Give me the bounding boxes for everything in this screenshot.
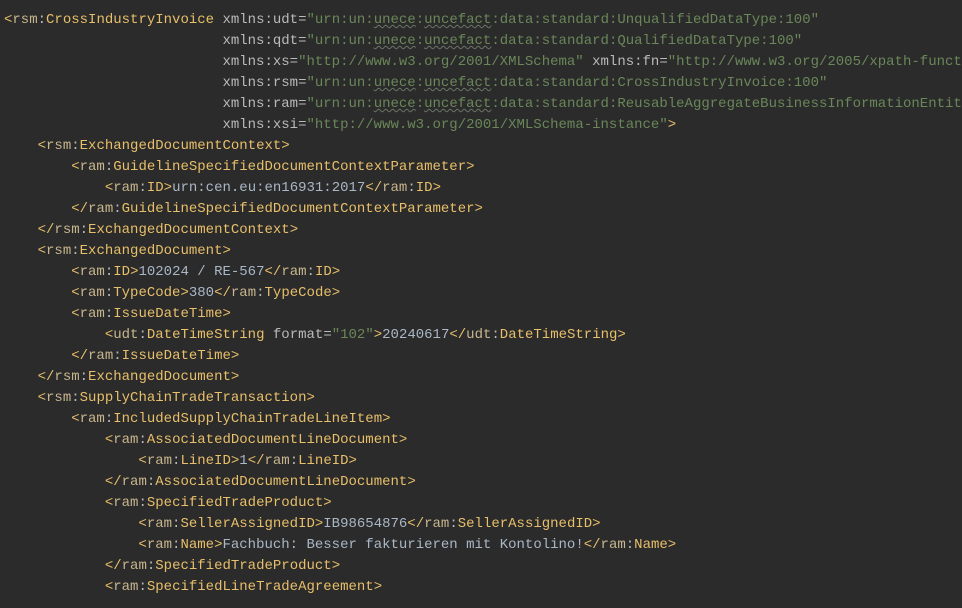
attr-key: xmlns:xs [222,54,289,70]
code-line: <rsm:ExchangedDocument> [4,241,958,262]
code-line: <ram:LineID>1</ram:LineID> [4,451,958,472]
text-content: Fachbuch: Besser fakturieren mit Kontoli… [222,537,583,553]
code-line: <ram:IssueDateTime> [4,304,958,325]
text-content: 20240617 [382,327,449,343]
tag-name: ExchangedDocumentContext [80,138,282,154]
tag-name: SpecifiedLineTradeAgreement [147,579,374,595]
ns-prefix: rsm [12,12,37,28]
tag-name: SupplyChainTradeTransaction [80,390,307,406]
code-line: xmlns:xs="http://www.w3.org/2001/XMLSche… [4,52,958,73]
equals: = [298,12,306,28]
spellcheck-word: uncefact [424,12,491,28]
code-line: <rsm:CrossIndustryInvoice xmlns:udt="urn… [4,10,958,31]
code-line: <ram:ID>urn:cen.eu:en16931:2017</ram:ID> [4,178,958,199]
code-line: </ram:AssociatedDocumentLineDocument> [4,472,958,493]
attr-val: "http://www.w3.org/2001/XMLSchema" [298,54,584,70]
tag-name: CrossIndustryInvoice [46,12,214,28]
code-line: </rsm:ExchangedDocumentContext> [4,220,958,241]
attr-key: xmlns:ram [222,96,298,112]
code-line: </rsm:ExchangedDocument> [4,367,958,388]
code-line: <rsm:ExchangedDocumentContext> [4,136,958,157]
code-line: <udt:DateTimeString format="102">2024061… [4,325,958,346]
code-line: <rsm:SupplyChainTradeTransaction> [4,388,958,409]
attr-val: "http://www.w3.org/2001/XMLSchema-instan… [306,117,667,133]
tag-name: IncludedSupplyChainTradeLineItem [113,411,382,427]
attr-val: "urn:un:unece:uncefact:data:standard:Qua… [306,33,802,49]
text-content: urn:cen.eu:en16931:2017 [172,180,365,196]
tag-name: SpecifiedTradeProduct [147,495,323,511]
code-line: <ram:IncludedSupplyChainTradeLineItem> [4,409,958,430]
attr-val: "102" [332,327,374,343]
tag-name: AssociatedDocumentLineDocument [147,432,399,448]
tag-name: ID [147,180,164,196]
code-line: <ram:TypeCode>380</ram:TypeCode> [4,283,958,304]
code-line: <ram:AssociatedDocumentLineDocument> [4,430,958,451]
spellcheck-word: unece [374,12,416,28]
code-editor[interactable]: <rsm:CrossIndustryInvoice xmlns:udt="urn… [0,0,962,608]
code-line: <ram:SpecifiedLineTradeAgreement> [4,577,958,598]
code-line: </ram:SpecifiedTradeProduct> [4,556,958,577]
text-content: 380 [189,285,214,301]
code-line: <ram:SellerAssignedID>IB98654876</ram:Se… [4,514,958,535]
attr-val: "urn:un:unece:uncefact:data:standard:Cro… [306,75,827,91]
tag-name: ExchangedDocument [80,243,223,259]
text-content: 1 [239,453,247,469]
attr-key: format [273,327,323,343]
code-line: <ram:GuidelineSpecifiedDocumentContextPa… [4,157,958,178]
attr-key: xmlns:udt [222,12,298,28]
attr-val: "urn:un:unece:uncefact:data:standard:Unq… [307,12,820,28]
attr-key: xmlns:rsm [222,75,298,91]
attr-val: "http://www.w3.org/2005/xpath-functions" [668,54,962,70]
code-line: <ram:ID>102024 / RE-567</ram:ID> [4,262,958,283]
attr-val: "urn:un:unece:uncefact:data:standard:Reu… [306,96,962,112]
colon: : [38,12,46,28]
attr-key: xmlns:qdt [222,33,298,49]
code-line: xmlns:qdt="urn:un:unece:uncefact:data:st… [4,31,958,52]
code-line: </ram:GuidelineSpecifiedDocumentContextP… [4,199,958,220]
tag-name: GuidelineSpecifiedDocumentContextParamet… [113,159,466,175]
text-content: 102024 / RE-567 [138,264,264,280]
code-line: </ram:IssueDateTime> [4,346,958,367]
code-line: <ram:SpecifiedTradeProduct> [4,493,958,514]
code-line: xmlns:xsi="http://www.w3.org/2001/XMLSch… [4,115,958,136]
code-line: xmlns:ram="urn:un:unece:uncefact:data:st… [4,94,958,115]
code-line: xmlns:rsm="urn:un:unece:uncefact:data:st… [4,73,958,94]
text-content: IB98654876 [323,516,407,532]
code-line: <ram:Name>Fachbuch: Besser fakturieren m… [4,535,958,556]
attr-key: xmlns:fn [592,54,659,70]
attr-key: xmlns:xsi [222,117,298,133]
